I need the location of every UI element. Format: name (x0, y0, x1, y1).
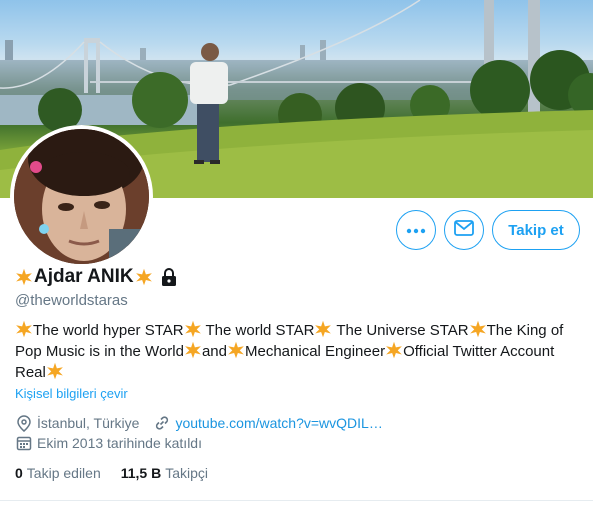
more-dots-icon (406, 221, 426, 239)
profile-bio: The world hyper STAR The world STAR The … (15, 320, 580, 383)
more-options-button[interactable] (396, 210, 436, 250)
user-handle: @theworldstaras (15, 292, 128, 309)
bio-text: and (201, 343, 227, 360)
star-icon (184, 341, 202, 359)
bio-text: The world STAR (201, 322, 315, 339)
lock-icon (161, 268, 177, 286)
location-text: İstanbul, Türkiye (37, 415, 140, 431)
avatar-photo (14, 129, 149, 264)
star-icon (15, 320, 33, 338)
star-icon (385, 341, 403, 359)
translate-bio-link[interactable]: Kişisel bilgileri çevir (15, 386, 128, 401)
star-icon (314, 320, 332, 338)
bio-text: The Universe STAR (332, 322, 469, 339)
envelope-icon (454, 219, 474, 241)
location-pin-icon (15, 414, 33, 432)
message-button[interactable] (444, 210, 484, 250)
calendar-icon (15, 434, 33, 452)
link-icon (153, 414, 171, 432)
following-count: 0 (15, 465, 23, 481)
followers-stat[interactable]: 11,5 B Takipçi (121, 465, 208, 481)
followers-label: Takipçi (165, 465, 209, 481)
star-icon (46, 362, 64, 380)
star-icon (227, 341, 245, 359)
location-website-row: İstanbul, Türkiye youtube.com/watch?v=wv… (15, 414, 383, 432)
star-icon (184, 320, 202, 338)
joined-date: Ekim 2013 tarihinde katıldı (37, 435, 202, 451)
follow-button[interactable]: Takip et (492, 210, 580, 250)
joined-row: Ekim 2013 tarihinde katıldı (15, 434, 202, 452)
followers-count: 11,5 B (120, 465, 162, 481)
star-icon (469, 320, 487, 338)
website-link[interactable]: youtube.com/watch?v=wvQDIL… (175, 415, 382, 431)
star-icon (15, 268, 33, 286)
star-icon (135, 268, 153, 286)
divider (0, 500, 593, 501)
display-name: Ajdar ANIK (34, 266, 134, 287)
display-name-row: Ajdar ANIK (15, 266, 177, 288)
bio-text: The world hyper STAR (33, 322, 184, 339)
profile-avatar[interactable] (10, 125, 153, 268)
bio-text: Mechanical Engineer (245, 343, 386, 360)
following-stat[interactable]: 0 Takip edilen (15, 465, 101, 481)
following-label: Takip edilen (26, 465, 101, 481)
follow-stats: 0 Takip edilen 11,5 B Takipçi (15, 465, 208, 481)
